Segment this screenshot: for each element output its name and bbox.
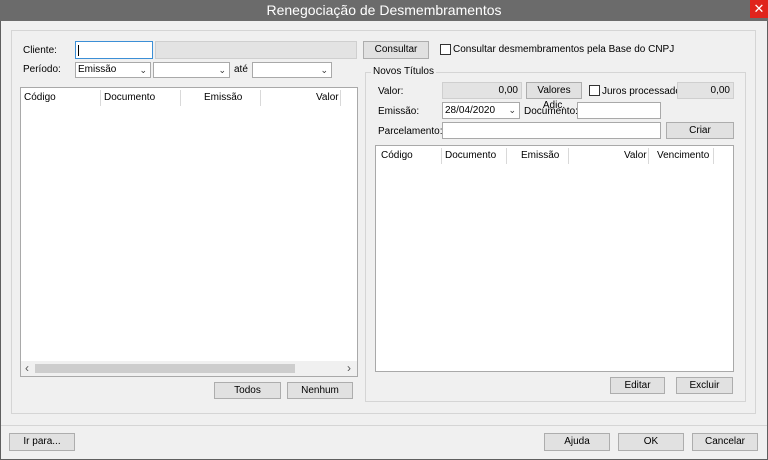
chevron-down-icon: ⌄ xyxy=(218,65,226,75)
text-cursor xyxy=(78,45,79,56)
column-header-valor[interactable]: Valor xyxy=(624,148,647,164)
ate-label: até xyxy=(234,64,248,75)
close-icon: ✕ xyxy=(753,1,765,16)
horizontal-scrollbar[interactable]: ‹ › xyxy=(21,361,357,376)
ir-para-button[interactable]: Ir para... xyxy=(9,433,75,451)
ok-button[interactable]: OK xyxy=(618,433,684,451)
column-header-emissao[interactable]: Emissão xyxy=(521,148,559,164)
close-button[interactable]: ✕ xyxy=(750,0,768,18)
periodo-label: Período: xyxy=(23,64,61,75)
periodo-type-select[interactable]: Emissão ⌄ xyxy=(75,62,151,78)
column-header-documento[interactable]: Documento xyxy=(445,148,496,164)
column-header-documento[interactable]: Documento xyxy=(104,90,155,106)
valor-field: 0,00 xyxy=(442,82,522,99)
column-divider[interactable] xyxy=(100,90,101,106)
cliente-label: Cliente: xyxy=(23,45,57,56)
scroll-left-icon[interactable]: ‹ xyxy=(25,361,29,376)
nenhum-button[interactable]: Nenhum xyxy=(287,382,353,399)
column-header-emissao[interactable]: Emissão xyxy=(204,90,242,106)
cancelar-button[interactable]: Cancelar xyxy=(692,433,758,451)
column-divider[interactable] xyxy=(340,90,341,106)
column-header-codigo[interactable]: Código xyxy=(381,148,413,164)
title-bar: Renegociação de Desmembramentos xyxy=(0,0,768,21)
column-divider[interactable] xyxy=(568,148,569,164)
cnpj-checkbox[interactable] xyxy=(440,44,451,55)
juros-field: 0,00 xyxy=(677,82,734,99)
chevron-down-icon: ⌄ xyxy=(508,105,516,115)
scroll-right-icon[interactable]: › xyxy=(347,361,351,376)
ajuda-button[interactable]: Ajuda xyxy=(544,433,610,451)
periodo-to-select[interactable]: ⌄ xyxy=(252,62,332,78)
novos-titulos-grid[interactable]: Código Documento Emissão Valor Venciment… xyxy=(375,145,734,372)
window-title: Renegociação de Desmembramentos xyxy=(266,2,502,18)
parcelamento-label: Parcelamento: xyxy=(378,126,443,137)
column-header-codigo[interactable]: Código xyxy=(24,90,56,106)
valores-adic-button[interactable]: Valores Adic. xyxy=(526,82,582,111)
parcelamento-input[interactable] xyxy=(442,122,661,139)
desmembramentos-grid[interactable]: Código Documento Emissão Valor ‹ › xyxy=(20,87,358,377)
valor-label: Valor: xyxy=(378,86,404,97)
emissao-label: Emissão: xyxy=(378,106,420,117)
scrollbar-thumb[interactable] xyxy=(35,364,295,373)
chevron-down-icon: ⌄ xyxy=(139,65,147,75)
novos-titulos-title: Novos Títulos xyxy=(371,66,436,78)
column-divider[interactable] xyxy=(260,90,261,106)
juros-label: Juros processados xyxy=(602,86,686,97)
todos-button[interactable]: Todos xyxy=(214,382,281,399)
chevron-down-icon: ⌄ xyxy=(320,65,328,75)
cnpj-checkbox-label: Consultar desmembramentos pela Base do C… xyxy=(453,44,675,55)
periodo-from-select[interactable]: ⌄ xyxy=(153,62,230,78)
criar-button[interactable]: Criar xyxy=(666,122,734,139)
cliente-name-field xyxy=(155,41,357,59)
excluir-button[interactable]: Excluir xyxy=(676,377,733,394)
juros-checkbox[interactable] xyxy=(589,85,600,96)
column-divider[interactable] xyxy=(180,90,181,106)
column-divider[interactable] xyxy=(441,148,442,164)
editar-button[interactable]: Editar xyxy=(610,377,665,394)
periodo-type-value: Emissão xyxy=(78,64,117,75)
column-divider[interactable] xyxy=(506,148,507,164)
column-header-vencimento[interactable]: Vencimento xyxy=(657,148,709,164)
cliente-code-input[interactable] xyxy=(75,41,153,59)
emissao-date-value: 28/04/2020 xyxy=(445,105,496,116)
column-divider[interactable] xyxy=(648,148,649,164)
documento-label: Documento: xyxy=(524,106,578,117)
documento-input[interactable] xyxy=(577,102,661,119)
column-divider[interactable] xyxy=(713,148,714,164)
consultar-button[interactable]: Consultar xyxy=(363,41,429,59)
column-header-valor[interactable]: Valor xyxy=(316,90,339,106)
emissao-date-picker[interactable]: 28/04/2020 ⌄ xyxy=(442,102,520,119)
